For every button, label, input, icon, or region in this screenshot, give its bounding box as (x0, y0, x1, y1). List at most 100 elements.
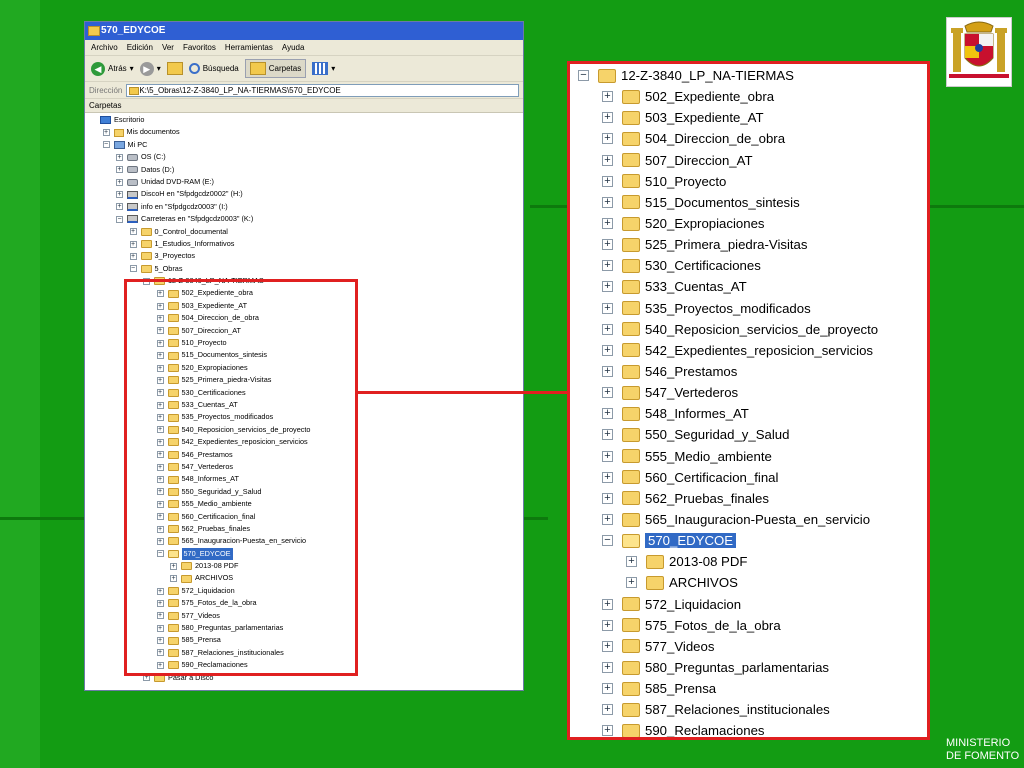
collapse-icon[interactable]: − (116, 215, 123, 223)
tree-item[interactable]: + DiscoH en "Sfpdgcdz0002" (H:) (85, 188, 523, 200)
expand-icon[interactable]: + (116, 191, 123, 199)
expand-icon[interactable]: + (602, 112, 613, 124)
zoom-tree-item[interactable]: +504_Direccion_de_obra (578, 128, 878, 149)
expand-icon[interactable]: + (602, 408, 613, 420)
zoom-tree-item[interactable]: +542_Expedientes_reposicion_servicios (578, 340, 878, 361)
expand-icon[interactable]: + (102, 129, 110, 137)
address-input[interactable]: K:\5_Obras\12-Z-3840_LP_NA-TIERMAS\570_E… (126, 83, 519, 97)
collapse-icon[interactable]: − (578, 70, 589, 82)
zoom-tree-item[interactable]: +572_Liquidacion (578, 594, 878, 615)
zoom-tree-item[interactable]: + ARCHIVOS (578, 572, 878, 593)
title-bar[interactable]: 570_EDYCOE (85, 22, 523, 40)
zoom-tree-item[interactable]: +510_Proyecto (578, 171, 878, 192)
menu-herramientas[interactable]: Herramientas (225, 40, 273, 55)
expand-icon[interactable]: + (626, 556, 637, 568)
expand-icon[interactable]: + (602, 323, 613, 335)
zoom-tree-item[interactable]: +2013-08 PDF (578, 551, 878, 572)
expand-icon[interactable]: + (602, 598, 613, 610)
expand-icon[interactable]: + (116, 203, 123, 211)
expand-icon[interactable]: + (602, 662, 613, 673)
zoom-tree-item[interactable]: +547_Vertederos (578, 382, 878, 403)
expand-icon[interactable]: + (602, 281, 613, 293)
expand-icon[interactable]: + (602, 725, 613, 737)
zoom-tree-item[interactable]: − 570_EDYCOE (578, 530, 878, 551)
expand-icon[interactable]: + (602, 640, 613, 652)
zoom-tree-item[interactable]: +590_Reclamaciones (578, 720, 878, 737)
zoom-tree-item[interactable]: +565_Inauguracion-Puesta_en_servicio (578, 509, 878, 530)
zoom-tree-item[interactable]: +550_Seguridad_y_Salud (578, 424, 878, 445)
collapse-icon[interactable]: − (602, 535, 613, 547)
forward-button[interactable]: ▶ ▾ (139, 61, 161, 76)
zoom-tree-item[interactable]: +577_Videos (578, 636, 878, 657)
collapse-icon[interactable]: − (102, 141, 110, 149)
zoom-tree-item[interactable]: +560_Certificacion_final (578, 467, 878, 488)
menu-favoritos[interactable]: Favoritos (183, 40, 216, 55)
expand-icon[interactable]: + (602, 344, 613, 356)
expand-icon[interactable]: + (602, 387, 613, 399)
tree-item[interactable]: +0_Control_documental (85, 226, 523, 238)
zoom-tree-item[interactable]: +575_Fotos_de_la_obra (578, 615, 878, 636)
zoom-tree-item[interactable]: − 12-Z-3840_LP_NA-TIERMAS (578, 65, 878, 86)
tree-item[interactable]: + Unidad DVD-RAM (E:) (85, 176, 523, 188)
zoom-tree-item[interactable]: +580_Preguntas_parlamentarias (578, 657, 878, 678)
zoom-tree-item[interactable]: +535_Proyectos_modificados (578, 298, 878, 319)
expand-icon[interactable]: + (116, 166, 123, 174)
expand-icon[interactable]: + (602, 450, 613, 462)
zoom-tree-item[interactable]: +502_Expediente_obra (578, 86, 878, 107)
expand-icon[interactable]: + (116, 178, 123, 186)
up-folder-button[interactable] (166, 62, 183, 75)
expand-icon[interactable]: + (602, 619, 613, 631)
zoom-tree-item[interactable]: +533_Cuentas_AT (578, 276, 878, 297)
expand-icon[interactable]: + (129, 228, 137, 236)
expand-icon[interactable]: + (602, 514, 613, 526)
expand-icon[interactable]: + (602, 429, 613, 441)
tree-item[interactable]: + Mis documentos (85, 126, 523, 138)
expand-icon[interactable]: + (626, 577, 637, 589)
menu-ayuda[interactable]: Ayuda (282, 40, 305, 55)
zoom-tree-item[interactable]: +540_Reposicion_servicios_de_proyecto (578, 319, 878, 340)
tree-item[interactable]: +1_Estudios_Informativos (85, 238, 523, 250)
zoom-tree-item[interactable]: +587_Relaciones_institucionales (578, 699, 878, 720)
tree-item[interactable]: +3_Proyectos (85, 250, 523, 262)
expand-icon[interactable]: + (602, 492, 613, 504)
expand-icon[interactable]: + (129, 252, 137, 260)
folders-button[interactable]: Carpetas (244, 59, 307, 78)
expand-icon[interactable]: + (602, 260, 613, 272)
collapse-icon[interactable]: − (129, 265, 137, 273)
expand-icon[interactable]: + (602, 471, 613, 483)
expand-icon[interactable]: + (602, 704, 613, 716)
zoom-tree-item[interactable]: +520_Expropiaciones (578, 213, 878, 234)
expand-icon[interactable]: + (602, 683, 613, 695)
zoom-tree-item[interactable]: +562_Pruebas_finales (578, 488, 878, 509)
expand-icon[interactable]: + (602, 133, 613, 145)
tree-item[interactable]: − Mi PC (85, 139, 523, 151)
expand-icon[interactable]: + (602, 239, 613, 251)
tree-item[interactable]: + Datos (D:) (85, 164, 523, 176)
expand-icon[interactable]: + (129, 240, 137, 248)
menu-archivo[interactable]: Archivo (91, 40, 118, 55)
expand-icon[interactable]: + (602, 302, 613, 314)
back-button[interactable]: ◀ Atrás ▾ (91, 61, 134, 76)
expand-icon[interactable]: + (602, 196, 613, 208)
tree-item[interactable]: Escritorio (85, 114, 523, 126)
tree-item[interactable]: − Carreteras en "Sfpdgcdz0003" (K:) (85, 213, 523, 225)
expand-icon[interactable]: + (602, 218, 613, 230)
menu-ver[interactable]: Ver (162, 40, 174, 55)
views-button[interactable]: ▾ (312, 62, 335, 75)
search-button[interactable]: Búsqueda (188, 63, 239, 74)
tree-item[interactable]: + OS (C:) (85, 151, 523, 163)
tree-item[interactable]: − 5_Obras (85, 263, 523, 275)
zoom-tree-item[interactable]: +503_Expediente_AT (578, 107, 878, 128)
expand-icon[interactable]: + (602, 154, 613, 166)
zoom-tree-item[interactable]: +515_Documentos_sintesis (578, 192, 878, 213)
tree-item[interactable]: + info en "Sfpdgcdz0003" (I:) (85, 201, 523, 213)
zoom-tree-item[interactable]: +585_Prensa (578, 678, 878, 699)
zoom-tree-item[interactable]: +548_Informes_AT (578, 403, 878, 424)
expand-icon[interactable]: + (602, 175, 613, 187)
zoom-tree-item[interactable]: +525_Primera_piedra-Visitas (578, 234, 878, 255)
zoom-tree-item[interactable]: +555_Medio_ambiente (578, 446, 878, 467)
menu-edicion[interactable]: Edición (127, 40, 153, 55)
expand-icon[interactable]: + (602, 91, 613, 103)
expand-icon[interactable]: + (116, 153, 123, 161)
expand-icon[interactable]: + (602, 366, 613, 378)
